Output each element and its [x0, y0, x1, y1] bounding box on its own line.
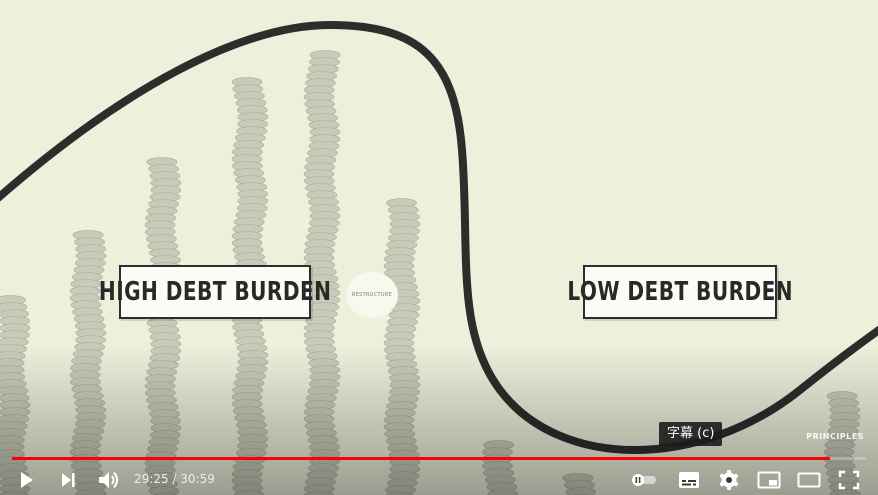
next-button[interactable] [52, 464, 84, 495]
restructure-badge: RESTRUCTURE [346, 272, 398, 318]
next-icon [62, 472, 75, 487]
settings-button[interactable] [712, 464, 746, 495]
time-separator: / [168, 472, 181, 486]
fullscreen-icon [838, 470, 860, 489]
progress-played [12, 457, 831, 460]
miniplayer-button[interactable] [752, 464, 786, 495]
autoplay-toggle[interactable] [626, 464, 662, 495]
theater-mode-button[interactable] [792, 464, 826, 495]
video-frame [0, 20, 878, 495]
duration: 30:59 [180, 472, 215, 486]
high-debt-burden-label: HIGH DEBT BURDEN [99, 265, 331, 319]
low-debt-burden-label: LOW DEBT BURDEN [567, 265, 792, 319]
autoplay-toggle-icon [632, 473, 656, 486]
video-player[interactable]: HIGH DEBT BURDEN RESTRUCTURE LOW DEBT BU… [0, 0, 878, 495]
restructure-text: RESTRUCTURE [351, 292, 393, 298]
low-debt-burden-text: LOW DEBT BURDEN [567, 277, 793, 307]
coin-stack [69, 230, 107, 495]
progress-bar[interactable] [12, 457, 866, 460]
fullscreen-button[interactable] [832, 464, 866, 495]
subtitles-icon [679, 471, 699, 488]
player-controls: 29:25 / 30:59 [0, 464, 878, 495]
play-button[interactable] [10, 464, 42, 495]
volume-icon [99, 471, 118, 488]
current-time: 29:25 [134, 472, 169, 486]
coin-stack [383, 198, 421, 495]
principles-watermark: PRINCIPLES [806, 432, 864, 441]
play-icon [21, 471, 33, 488]
theater-mode-icon [797, 472, 821, 487]
time-display: 29:25 / 30:59 [134, 464, 215, 495]
coin-stack [144, 157, 182, 495]
volume-button[interactable] [92, 464, 126, 495]
debt-cycle-curve [0, 20, 878, 454]
gear-icon [719, 469, 739, 490]
high-debt-burden-text: HIGH DEBT BURDEN [98, 277, 332, 307]
subtitles-button[interactable] [672, 464, 706, 495]
miniplayer-icon [757, 471, 781, 488]
subtitles-tooltip: 字幕 (c) [659, 422, 723, 446]
